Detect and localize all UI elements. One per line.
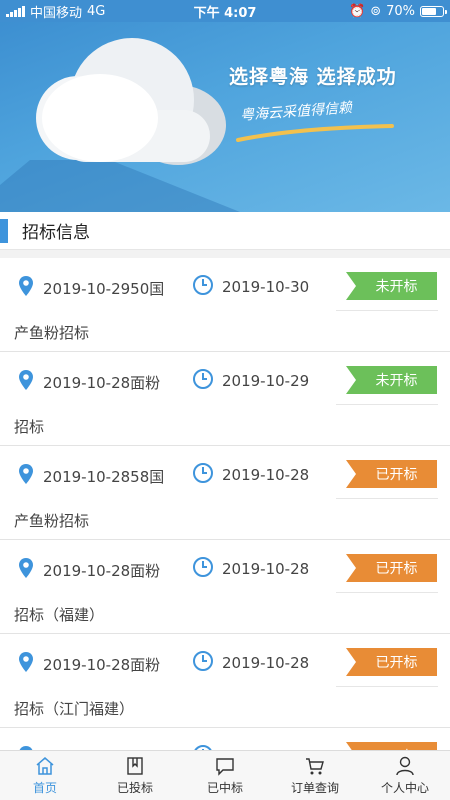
slogan-underline — [236, 124, 394, 142]
tab-profile[interactable]: 个人中心 — [360, 751, 450, 800]
user-icon — [396, 756, 414, 776]
tender-date: 2019-10-28 — [222, 560, 310, 578]
battery-percent: 70% — [386, 3, 415, 19]
tab-label: 已投标 — [116, 781, 153, 795]
tender-name-line2: 招标（江门福建） — [14, 700, 135, 718]
clock-time: 下午 4:07 — [193, 5, 257, 21]
tender-date: 2019-10-29 — [222, 372, 310, 390]
tender-name-line2: 产鱼粉招标 — [14, 512, 90, 530]
tender-name-line1: 2019-10-28面粉 — [43, 562, 161, 580]
tab-orders[interactable]: 订单查询 — [270, 751, 360, 800]
tender-item[interactable]: 2019-10-28面粉 2019-10-29 未开标 招标 — [0, 352, 450, 446]
tab-bids[interactable]: 已投标 — [90, 751, 180, 800]
tab-home[interactable]: 首页 — [0, 751, 90, 800]
tender-item[interactable]: 2019-10-2858国 2019-10-28 已开标 产鱼粉招标 — [0, 446, 450, 540]
clock-icon — [193, 557, 213, 577]
tender-name-line2: 招标（福建） — [14, 606, 105, 624]
section-accent-bar — [0, 218, 8, 243]
location-pin-icon — [19, 652, 33, 672]
tab-label: 首页 — [32, 781, 57, 795]
status-badge: 未开标 — [346, 366, 437, 394]
tab-label: 个人中心 — [380, 781, 429, 795]
rotation-lock-icon: ⊚ — [370, 3, 382, 19]
tender-date: 2019-10-28 — [222, 466, 310, 484]
tab-bar: 首页 已投标 已中标 订单查询 个人中心 — [0, 750, 450, 800]
status-badge: 已开标 — [346, 648, 437, 676]
status-badge: 未开标 — [346, 272, 437, 300]
status-badge: 已开标 — [346, 554, 437, 582]
alarm-icon: ⏰ — [349, 3, 366, 19]
clock-icon — [193, 463, 213, 483]
location-pin-icon — [19, 370, 33, 390]
divider — [336, 310, 438, 311]
section-header: 招标信息 — [0, 212, 450, 250]
tab-won[interactable]: 已中标 — [180, 751, 270, 800]
tender-name-line1: 2019-10-28面粉 — [43, 656, 161, 674]
tab-label: 订单查询 — [290, 781, 339, 795]
tender-list[interactable]: 2019-10-2950国 2019-10-30 未开标 产鱼粉招标 2019-… — [0, 258, 450, 750]
signal-icon — [6, 5, 25, 17]
location-pin-icon — [19, 464, 33, 484]
tender-name-line1: 2019-10-28面粉 — [43, 374, 161, 392]
location-pin-icon — [19, 276, 33, 296]
status-badge: 已开标 — [346, 460, 437, 488]
divider — [336, 404, 438, 405]
tender-name-line2: 招标 — [14, 418, 45, 436]
banner-title: 选择粤海 选择成功 — [229, 66, 397, 88]
clock-icon — [193, 369, 213, 389]
chat-icon — [216, 758, 234, 776]
banner-slogan: 粤海云采值得信赖 — [239, 100, 353, 124]
tab-label: 已中标 — [206, 781, 243, 795]
banner[interactable]: 选择粤海 选择成功 粤海云采值得信赖 — [0, 0, 450, 212]
clock-icon — [193, 651, 213, 671]
tender-item[interactable]: 2019-10-28面粉 2019-10-28 已开标 招标（江门福建） — [0, 634, 450, 728]
clock-icon — [193, 275, 213, 295]
tender-item[interactable]: 已开标 — [0, 728, 450, 750]
tender-name-line2: 产鱼粉招标 — [14, 324, 90, 342]
cloud-illustration — [0, 38, 240, 212]
network-type: 4G — [87, 3, 106, 19]
divider — [336, 592, 438, 593]
cart-icon — [306, 758, 324, 775]
tender-name-line1: 2019-10-2858国 — [43, 468, 165, 486]
tender-date: 2019-10-30 — [222, 278, 310, 296]
bookmark-icon — [127, 757, 143, 775]
home-icon — [36, 757, 54, 775]
status-bar: 中国移动 4G 下午 4:07 ⏰ ⊚ 70% — [0, 0, 450, 22]
divider — [336, 686, 438, 687]
section-title: 招标信息 — [22, 223, 90, 243]
tender-name-line1: 2019-10-2950国 — [43, 280, 165, 298]
carrier: 中国移动 — [30, 5, 83, 21]
tender-item[interactable]: 2019-10-28面粉 2019-10-28 已开标 招标（福建） — [0, 540, 450, 634]
location-pin-icon — [19, 558, 33, 578]
tender-date: 2019-10-28 — [222, 654, 310, 672]
battery-icon — [420, 5, 447, 17]
divider — [336, 498, 438, 499]
tender-item[interactable]: 2019-10-2950国 2019-10-30 未开标 产鱼粉招标 — [0, 258, 450, 352]
status-badge: 已开标 — [346, 742, 437, 750]
